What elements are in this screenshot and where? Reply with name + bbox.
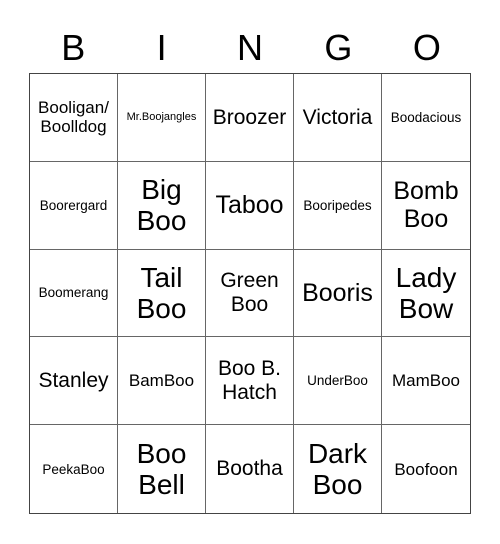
bingo-cell-b5[interactable]: PeekaBoo <box>30 425 118 513</box>
bingo-cell-n2[interactable]: Taboo <box>206 161 294 250</box>
bingo-cell-i2[interactable]: Big Boo <box>118 161 206 250</box>
bingo-cell-label: Big Boo <box>136 173 187 237</box>
bingo-cell-n5[interactable]: Bootha <box>206 425 294 513</box>
bingo-cell-label: MamBoo <box>391 371 461 391</box>
bingo-cell-label: UnderBoo <box>307 373 368 389</box>
bingo-header: B I N G O <box>29 22 471 74</box>
bingo-cell-i1[interactable]: Mr.Boojangles <box>118 74 206 162</box>
bingo-cell-label: BamBoo <box>128 371 195 391</box>
bingo-cell-g4[interactable]: UnderBoo <box>294 337 382 426</box>
bingo-cell-label: Boo Bell <box>136 437 187 501</box>
bingo-cell-o2[interactable]: Bomb Boo <box>382 162 470 250</box>
header-letter-g: G <box>324 27 353 68</box>
header-letter-o: O <box>412 27 441 68</box>
bingo-cell-n4[interactable]: Boo B. Hatch <box>206 337 294 426</box>
bingo-cell-label: Tail Boo <box>136 261 187 324</box>
bingo-cell-g5[interactable]: Dark Boo <box>294 425 382 513</box>
bingo-cell-label: Bootha <box>216 457 283 481</box>
bingo-cell-label: Victoria <box>302 105 373 129</box>
bingo-cell-g3[interactable]: Booris <box>294 249 382 338</box>
bingo-cell-o1[interactable]: Boodacious <box>382 74 470 162</box>
bingo-cell-b2[interactable]: Boorergard <box>30 161 118 250</box>
bingo-cell-label: Boofoon <box>394 459 458 479</box>
bingo-cell-label: PeekaBoo <box>42 461 105 477</box>
bingo-cell-n3[interactable]: Green Boo <box>206 249 294 338</box>
bingo-cell-label: Mr.Boojangles <box>126 111 197 124</box>
bingo-cell-label: Bomb Boo <box>393 177 459 234</box>
bingo-cell-label: Boomerang <box>38 285 109 301</box>
bingo-cell-b1[interactable]: Booligan/ Boolldog <box>30 74 118 162</box>
bingo-cell-label: Booligan/ Boolldog <box>38 98 109 137</box>
bingo-cell-label: Lady Bow <box>395 261 457 324</box>
bingo-cell-o4[interactable]: MamBoo <box>382 337 470 426</box>
bingo-cell-i3[interactable]: Tail Boo <box>118 249 206 338</box>
bingo-cell-label: Booris <box>302 278 373 307</box>
header-letter-n: N <box>237 27 264 68</box>
bingo-cell-label: Stanley <box>38 369 109 393</box>
bingo-cell-i5[interactable]: Boo Bell <box>118 425 206 513</box>
bingo-cell-label: Dark Boo <box>307 437 368 501</box>
bingo-cell-label: Booripedes <box>303 197 372 213</box>
bingo-cell-o3[interactable]: Lady Bow <box>382 250 470 338</box>
bingo-cell-b4[interactable]: Stanley <box>30 337 118 426</box>
bingo-cell-g1[interactable]: Victoria <box>294 74 382 162</box>
bingo-cell-label: Taboo <box>215 191 284 220</box>
bingo-cell-label: Boodacious <box>390 109 462 125</box>
header-letter-i: I <box>156 27 167 68</box>
header-letter-b: B <box>61 27 86 68</box>
bingo-card-grid: Booligan/ Boolldog Mr.Boojangles Broozer Vi… <box>29 73 471 514</box>
bingo-cell-label: Broozer <box>212 105 287 129</box>
bingo-cell-g2[interactable]: Booripedes <box>294 161 382 250</box>
bingo-cell-label: Boo B. Hatch <box>217 357 282 404</box>
bingo-cell-b3[interactable]: Boomerang <box>30 249 118 338</box>
bingo-cell-label: Green Boo <box>220 269 279 316</box>
bingo-cell-o5[interactable]: Boofoon <box>382 425 470 513</box>
bingo-cell-label: Boorergard <box>39 197 108 213</box>
bingo-cell-i4[interactable]: BamBoo <box>118 337 206 426</box>
bingo-cell-n1[interactable]: Broozer <box>206 74 294 162</box>
